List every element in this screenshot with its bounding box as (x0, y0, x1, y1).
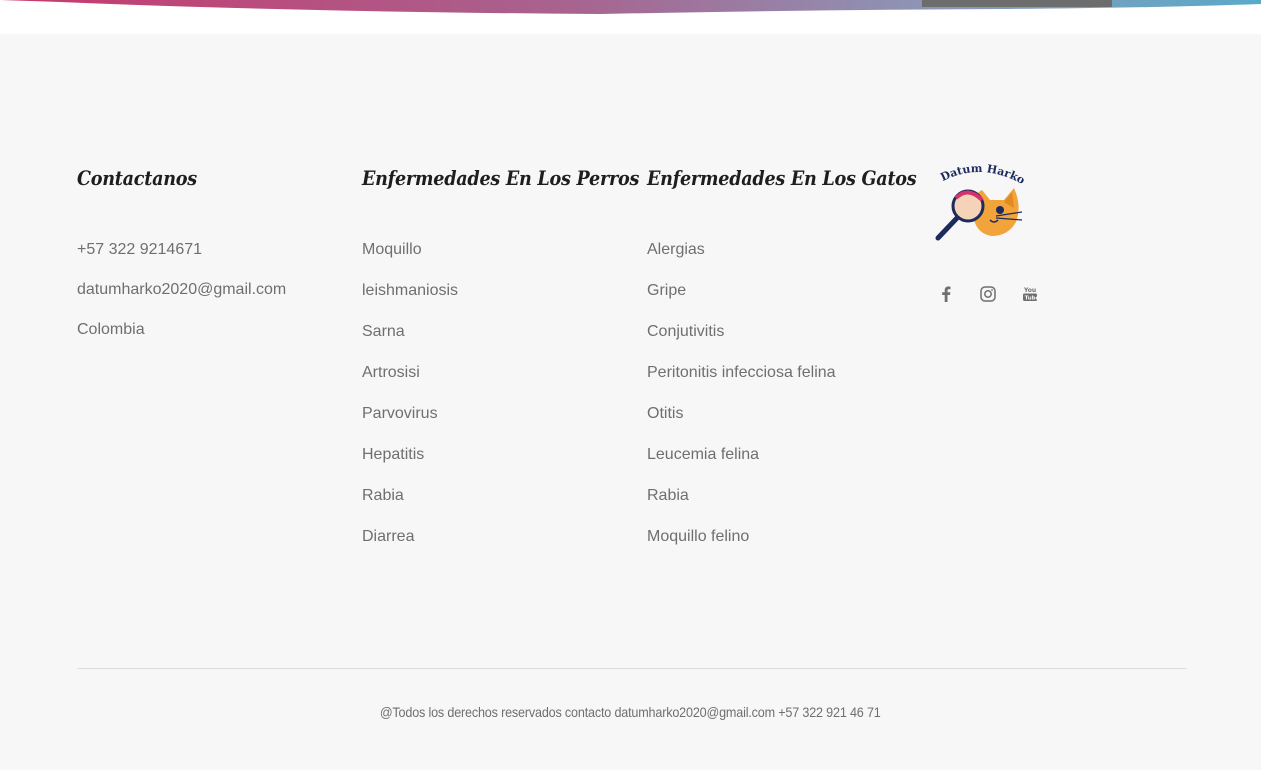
facebook-icon[interactable] (936, 284, 956, 304)
cats-heading: Enfermedades En Los Gatos (647, 166, 917, 190)
site-footer: Contactanos +57 322 9214671 datumharko20… (0, 34, 1261, 770)
list-item: Diarrea (362, 525, 458, 566)
copyright-label: @Todos los derechos reservados contacto … (380, 704, 881, 720)
cats-column: Enfermedades En Los Gatos Alergias Gripe… (647, 162, 953, 545)
list-item: Hepatitis (362, 443, 458, 484)
contact-list: +57 322 9214671 datumharko2020@gmail.com… (77, 238, 286, 358)
cat-disease-link[interactable]: Gripe (647, 282, 686, 299)
list-item: Artrosisi (362, 361, 458, 402)
dog-disease-link[interactable]: Sarna (362, 323, 405, 340)
dog-disease-link[interactable]: Moquillo (362, 241, 422, 258)
footer-divider (77, 668, 1187, 669)
list-item: Parvovirus (362, 402, 458, 443)
dogs-list: Moquillo leishmaniosis Sarna Artrosisi P… (362, 238, 458, 566)
list-item: Sarna (362, 320, 458, 361)
cats-list: Alergias Gripe Conjutivitis Peritonitis … (647, 238, 836, 566)
social-links: You Tube (936, 284, 1040, 304)
copyright-text: @Todos los derechos reservados contacto … (0, 704, 1261, 720)
dog-disease-link[interactable]: Parvovirus (362, 405, 438, 422)
list-item: Moquillo (362, 238, 458, 279)
contact-column: Contactanos +57 322 9214671 datumharko20… (77, 162, 286, 338)
list-item: Conjutivitis (647, 320, 836, 361)
dogs-column: Enfermedades En Los Perros Moquillo leis… (362, 162, 677, 545)
dog-disease-link[interactable]: Hepatitis (362, 446, 424, 463)
list-item: Peritonitis infecciosa felina (647, 361, 836, 402)
svg-text:You: You (1023, 287, 1036, 294)
list-item: Rabia (362, 484, 458, 525)
dogs-heading: Enfermedades En Los Perros (362, 166, 640, 190)
datum-harko-logo[interactable]: Datum Harko (930, 162, 1026, 242)
svg-text:Tube: Tube (1025, 296, 1038, 302)
list-item: Leucemia felina (647, 443, 836, 484)
contact-email: datumharko2020@gmail.com (77, 281, 287, 298)
youtube-icon[interactable]: You Tube (1020, 284, 1040, 304)
list-item: Rabia (647, 484, 836, 525)
svg-text:Datum Harko: Datum Harko (938, 162, 1026, 187)
cat-disease-link[interactable]: Rabia (647, 487, 689, 504)
header-banner-bottom (0, 0, 1261, 34)
dog-disease-link[interactable]: Diarrea (362, 528, 414, 545)
list-item: Alergias (647, 238, 836, 279)
contact-phone: +57 322 9214671 (77, 241, 203, 258)
cat-disease-link[interactable]: Peritonitis infecciosa felina (647, 364, 836, 381)
cat-disease-link[interactable]: Leucemia felina (647, 446, 759, 463)
instagram-icon[interactable] (978, 284, 998, 304)
list-item: Gripe (647, 279, 836, 320)
list-item: Otitis (647, 402, 836, 443)
dog-disease-link[interactable]: Artrosisi (362, 364, 420, 381)
dog-disease-link[interactable]: Rabia (362, 487, 404, 504)
cat-disease-link[interactable]: Moquillo felino (647, 528, 749, 545)
dog-disease-link[interactable]: leishmaniosis (362, 282, 458, 299)
cat-disease-link[interactable]: Conjutivitis (647, 323, 724, 340)
list-item: Moquillo felino (647, 525, 836, 566)
list-item: leishmaniosis (362, 279, 458, 320)
cat-disease-link[interactable]: Otitis (647, 405, 683, 422)
contact-country: Colombia (77, 321, 145, 338)
contact-heading: Contactanos (77, 166, 197, 190)
cat-disease-link[interactable]: Alergias (647, 241, 705, 258)
